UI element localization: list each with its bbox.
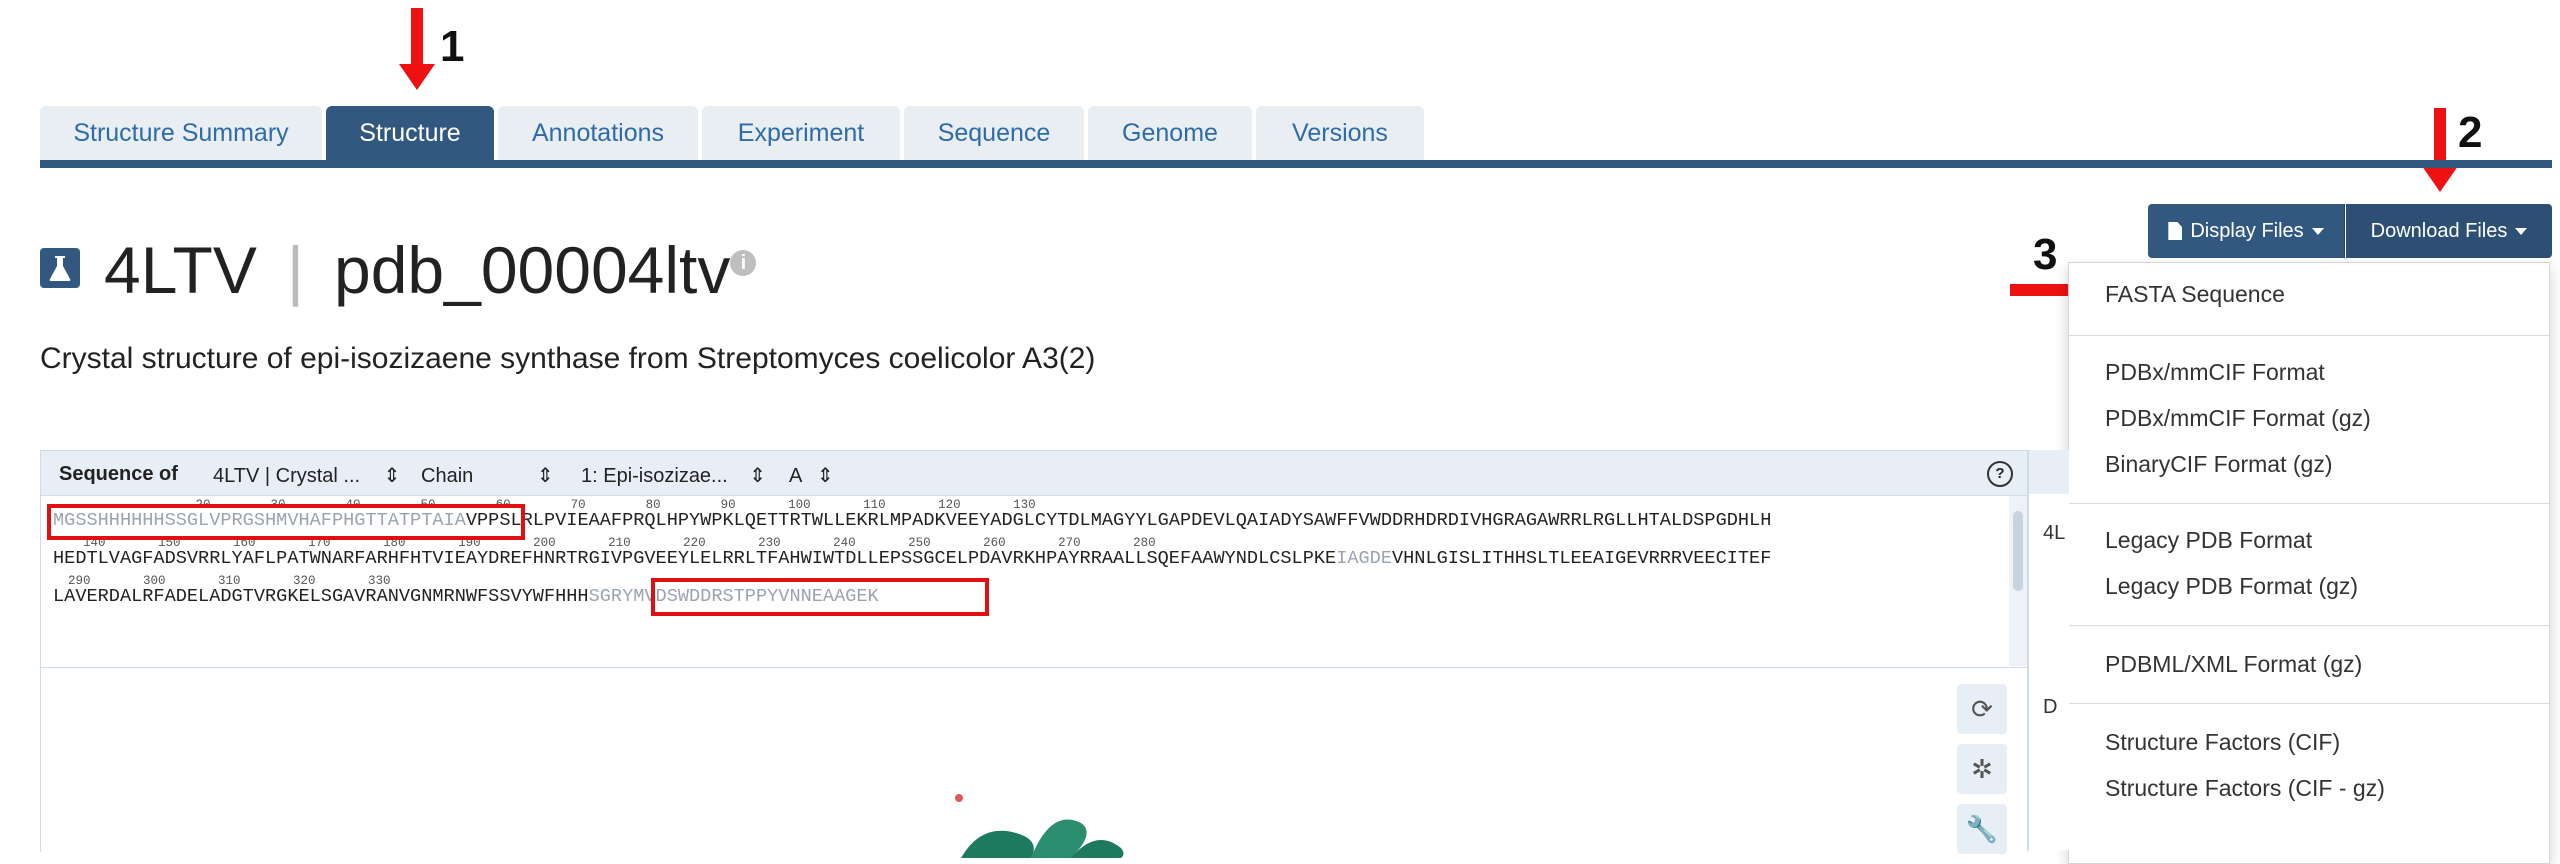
menu-divider bbox=[2069, 625, 2549, 626]
menu-item-legacy-pdb-gz[interactable]: Legacy PDB Format (gz) bbox=[2105, 573, 2358, 600]
chain-select[interactable]: A ⇕ bbox=[789, 463, 834, 488]
viewer-side-panel: 4L D bbox=[2028, 450, 2069, 850]
display-files-button[interactable]: Display Files bbox=[2148, 204, 2345, 258]
tab-bar: Structure Summary Structure Annotations … bbox=[40, 106, 1428, 162]
structure-description: Crystal structure of epi-isozizaene synt… bbox=[40, 342, 1096, 375]
chain-mode-select[interactable]: Chain ⇕ bbox=[421, 463, 554, 488]
menu-item-binarycif-gz[interactable]: BinaryCIF Format (gz) bbox=[2105, 451, 2332, 478]
page-title: 4LTV | pdb_00004ltv i bbox=[104, 232, 757, 308]
spin-icon[interactable]: ✲ bbox=[1957, 744, 2007, 794]
pdb-id: 4LTV bbox=[104, 233, 257, 307]
molstar-viewer: Sequence of 4LTV | Crystal ... ⇕ Chain ⇕… bbox=[40, 450, 2028, 858]
menu-item-structure-factors-cif-gz[interactable]: Structure Factors (CIF - gz) bbox=[2105, 775, 2385, 802]
help-icon[interactable]: ? bbox=[1987, 461, 2013, 487]
download-files-menu: FASTA Sequence PDBx/mmCIF Format PDBx/mm… bbox=[2068, 262, 2550, 864]
annotation-label-2: 2 bbox=[2458, 108, 2483, 157]
chain-mode-value: Chain bbox=[421, 465, 474, 487]
sequence-segment[interactable]: VHNLGISLITHHSLTLEEAIGEVRRRVEECITEF bbox=[1392, 548, 1771, 569]
chain-select-value: A bbox=[789, 465, 802, 487]
download-files-label: Download Files bbox=[2370, 219, 2508, 242]
sequence-of-label: Sequence of bbox=[59, 463, 178, 485]
select-arrows-icon: ⇕ bbox=[536, 465, 554, 487]
sequence-segment[interactable]: LAVERDALRFADELADGTVRGKELSGAVRANVGNMRNWFS… bbox=[53, 586, 589, 607]
sequence-segment[interactable]: HEDTLVAGFADSVRRLYAFLPATWNARFARHFHTVIEAYD… bbox=[53, 548, 1336, 569]
tab-sequence[interactable]: Sequence bbox=[904, 106, 1084, 160]
download-files-button[interactable]: Download Files bbox=[2346, 204, 2552, 258]
select-arrows-icon: ⇕ bbox=[816, 465, 834, 487]
tab-annotations[interactable]: Annotations bbox=[498, 106, 698, 160]
annotation-label-1: 1 bbox=[440, 22, 465, 71]
tab-experiment[interactable]: Experiment bbox=[702, 106, 900, 160]
side-panel-toolbar bbox=[2029, 450, 2069, 494]
caret-down-icon bbox=[2515, 227, 2528, 235]
info-icon[interactable]: i bbox=[730, 250, 757, 276]
sequence-panel[interactable]: 20 30 40 50 60 70 80 90 100 110 120 130 … bbox=[41, 496, 2009, 666]
wrench-icon[interactable]: 🔧 bbox=[1957, 804, 2007, 854]
entity-select[interactable]: 1: Epi-isozizae... ⇕ bbox=[581, 463, 766, 488]
menu-divider bbox=[2069, 503, 2549, 504]
select-arrows-icon: ⇕ bbox=[749, 465, 767, 487]
tab-structure[interactable]: Structure bbox=[326, 106, 494, 160]
highlight-box-n-terminal bbox=[47, 504, 525, 540]
highlight-box-c-terminal bbox=[651, 578, 989, 616]
menu-divider bbox=[2069, 703, 2549, 704]
menu-divider bbox=[2069, 335, 2549, 336]
caret-down-icon bbox=[2311, 227, 2324, 235]
sequence-segment[interactable]: VPPSLRLPVIEAAFPRQLHPYWPKLQETTRTWLLEKRLMP… bbox=[466, 510, 1772, 531]
protein-cartoon bbox=[955, 794, 1124, 858]
menu-item-mmcif-gz[interactable]: PDBx/mmCIF Format (gz) bbox=[2105, 405, 2371, 432]
annotation-label-3: 3 bbox=[2033, 230, 2058, 279]
sequence-line[interactable]: HEDTLVAGFADSVRRLYAFLPATWNARFARHFHTVIEAYD… bbox=[53, 548, 1771, 569]
entry-select[interactable]: 4LTV | Crystal ... ⇕ bbox=[213, 463, 400, 488]
entry-select-value: 4LTV | Crystal ... bbox=[213, 465, 361, 487]
display-files-label: Display Files bbox=[2190, 219, 2304, 242]
side-panel-entry-label: 4L bbox=[2043, 522, 2066, 544]
pdb-extended-id: pdb_00004ltv bbox=[334, 233, 731, 307]
file-icon bbox=[2168, 222, 2183, 240]
sequence-scroll-thumb[interactable] bbox=[2013, 511, 2023, 591]
menu-item-mmcif[interactable]: PDBx/mmCIF Format bbox=[2105, 359, 2325, 386]
title-separator: | bbox=[286, 233, 305, 307]
flask-icon bbox=[40, 248, 80, 288]
select-arrows-icon: ⇕ bbox=[383, 465, 401, 487]
menu-item-pdbml-xml-gz[interactable]: PDBML/XML Format (gz) bbox=[2105, 651, 2362, 678]
menu-item-structure-factors-cif[interactable]: Structure Factors (CIF) bbox=[2105, 729, 2340, 756]
tab-underline bbox=[40, 160, 2552, 168]
tab-structure-summary[interactable]: Structure Summary bbox=[40, 106, 322, 160]
tab-versions[interactable]: Versions bbox=[1256, 106, 1424, 160]
side-panel-label: D bbox=[2043, 696, 2058, 718]
3d-viewport[interactable]: ⟳ ✲ 🔧 bbox=[41, 667, 2027, 858]
entity-select-value: 1: Epi-isozizae... bbox=[581, 465, 728, 487]
sequence-segment-unmodelled[interactable]: IAGDE bbox=[1336, 548, 1392, 569]
tab-genome[interactable]: Genome bbox=[1088, 106, 1252, 160]
sequence-toolbar: Sequence of 4LTV | Crystal ... ⇕ Chain ⇕… bbox=[41, 451, 2027, 496]
menu-item-legacy-pdb[interactable]: Legacy PDB Format bbox=[2105, 527, 2312, 554]
menu-item-fasta-sequence[interactable]: FASTA Sequence bbox=[2105, 281, 2285, 308]
reset-icon[interactable]: ⟳ bbox=[1957, 684, 2007, 734]
